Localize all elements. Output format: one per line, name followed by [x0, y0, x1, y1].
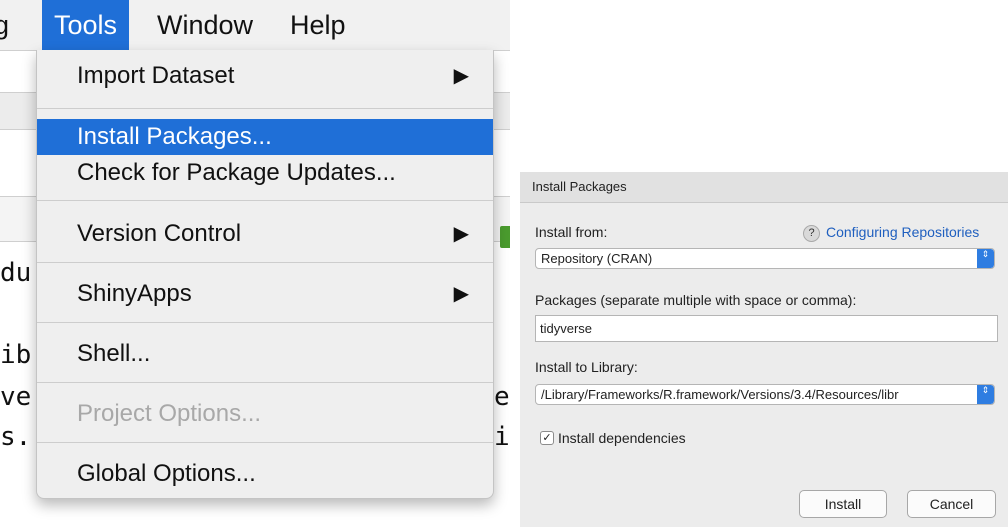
menu-item-label: Shell... — [77, 340, 151, 367]
install-packages-dialog: Install Packages Install from: ? Configur… — [520, 172, 1008, 527]
install-from-value: Repository (CRAN) — [541, 251, 653, 266]
configuring-repositories-link[interactable]: ? Configuring Repositories — [803, 224, 979, 242]
menu-window[interactable]: Window — [157, 0, 253, 50]
background-code-fragment: s. — [0, 422, 32, 452]
menu-separator — [37, 382, 493, 383]
install-dependencies-checkbox[interactable]: ✓ — [540, 431, 554, 445]
menu-item-label: Project Options... — [77, 400, 262, 427]
green-status-icon — [500, 226, 510, 248]
menu-bar: g Tools Window Help — [0, 0, 510, 51]
background-code-fragment: ib — [0, 340, 32, 370]
menu-item-shinyapps[interactable]: ShinyApps ▶ — [37, 276, 493, 312]
menu-item-global-options[interactable]: Global Options... — [37, 456, 493, 492]
background-code-fragment: ve — [0, 382, 32, 412]
background-code-fragment: e — [494, 382, 510, 412]
help-icon: ? — [803, 225, 820, 242]
install-from-label: Install from: — [535, 224, 608, 240]
install-button[interactable]: Install — [799, 490, 887, 518]
menu-item-label: Install Packages... — [77, 123, 272, 150]
submenu-arrow-icon: ▶ — [453, 223, 469, 245]
select-stepper-icon[interactable]: ⇕ — [977, 385, 994, 404]
menu-item-label: ShinyApps — [77, 280, 192, 307]
menu-item-project-options: Project Options... — [37, 396, 493, 432]
menu-item-check-package-updates[interactable]: Check for Package Updates... — [37, 155, 493, 191]
menu-separator — [37, 200, 493, 201]
menu-item-label: Version Control — [77, 220, 242, 247]
menu-item-shell[interactable]: Shell... — [37, 336, 493, 372]
packages-input[interactable]: tidyverse — [535, 315, 998, 342]
install-from-select[interactable]: Repository (CRAN) ⇕ — [535, 248, 995, 269]
menu-item-install-packages[interactable]: Install Packages... — [37, 119, 493, 155]
submenu-arrow-icon: ▶ — [453, 65, 469, 87]
install-to-library-value: /Library/Frameworks/R.framework/Versions… — [541, 387, 899, 402]
background-code-fragment: i — [494, 422, 510, 452]
menu-help[interactable]: Help — [290, 0, 346, 50]
menu-separator — [37, 262, 493, 263]
background-code-fragment: du — [0, 258, 32, 288]
menu-separator — [37, 322, 493, 323]
submenu-arrow-icon: ▶ — [453, 283, 469, 305]
menu-separator — [37, 442, 493, 443]
dialog-titlebar: Install Packages — [520, 172, 1008, 203]
menu-tools[interactable]: Tools — [42, 0, 130, 50]
menu-item-version-control[interactable]: Version Control ▶ — [37, 216, 493, 252]
packages-label: Packages (separate multiple with space o… — [535, 292, 857, 308]
menu-item-import-dataset[interactable]: Import Dataset ▶ — [37, 58, 493, 94]
install-to-library-label: Install to Library: — [535, 359, 638, 375]
menu-item-label: Global Options... — [77, 460, 256, 487]
menu-item-label: Import Dataset — [77, 62, 235, 89]
install-dependencies-label: Install dependencies — [558, 430, 686, 446]
select-stepper-icon[interactable]: ⇕ — [977, 249, 994, 268]
menu-item-label: Check for Package Updates... — [77, 159, 396, 186]
dialog-title: Install Packages — [532, 179, 627, 194]
help-link-text: Configuring Repositories — [826, 224, 980, 240]
tools-menu-screenshot: du ib ve s. e i g Tools Window Help Impo… — [0, 0, 510, 527]
menu-separator — [37, 108, 493, 109]
cancel-button[interactable]: Cancel — [907, 490, 996, 518]
menu-partial-item[interactable]: g — [0, 0, 9, 50]
install-to-library-select[interactable]: /Library/Frameworks/R.framework/Versions… — [535, 384, 995, 405]
tools-dropdown: Import Dataset ▶ Install Packages... Che… — [36, 50, 494, 499]
